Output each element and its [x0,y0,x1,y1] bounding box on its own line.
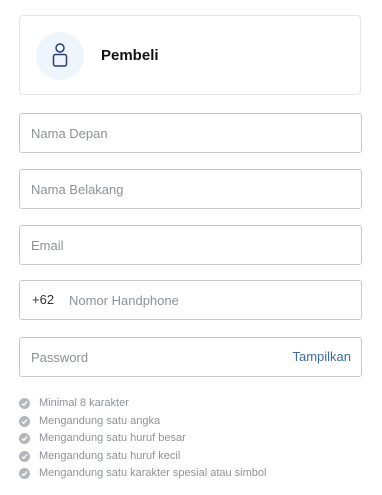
password-rule: Mengandung satu angka [19,413,266,431]
role-label: Pembeli [101,47,159,64]
password-rules-list: Minimal 8 karakter Mengandung satu angka… [19,395,266,483]
password-rule-text: Mengandung satu huruf besar [39,432,186,445]
password-rule-text: Mengandung satu huruf kecil [39,449,181,462]
check-circle-icon [19,468,30,480]
password-rule: Mengandung satu karakter spesial atau si… [19,465,266,483]
last-name-input[interactable] [20,170,361,208]
password-rule-text: Mengandung satu karakter spesial atau si… [39,467,267,480]
first-name-field[interactable] [19,113,362,153]
user-icon [52,43,68,67]
password-rule: Minimal 8 karakter [19,395,266,413]
password-rule-text: Minimal 8 karakter [39,397,129,410]
check-circle-icon [19,415,30,427]
password-rule-text: Mengandung satu angka [39,414,161,427]
first-name-input[interactable] [20,114,361,152]
show-password-toggle[interactable]: Tampilkan [292,349,351,365]
role-card-buyer[interactable]: Pembeli [19,15,361,95]
check-circle-icon [19,450,30,462]
check-circle-icon [19,398,30,410]
password-rule: Mengandung satu huruf kecil [19,448,266,466]
phone-input[interactable] [20,281,361,319]
phone-field[interactable]: +62 [19,280,362,320]
role-avatar [36,32,84,80]
check-circle-icon [19,433,30,445]
password-field[interactable]: Tampilkan [19,337,362,377]
email-field[interactable] [19,225,362,265]
last-name-field[interactable] [19,169,362,209]
email-input[interactable] [20,226,361,264]
password-rule: Mengandung satu huruf besar [19,430,266,448]
